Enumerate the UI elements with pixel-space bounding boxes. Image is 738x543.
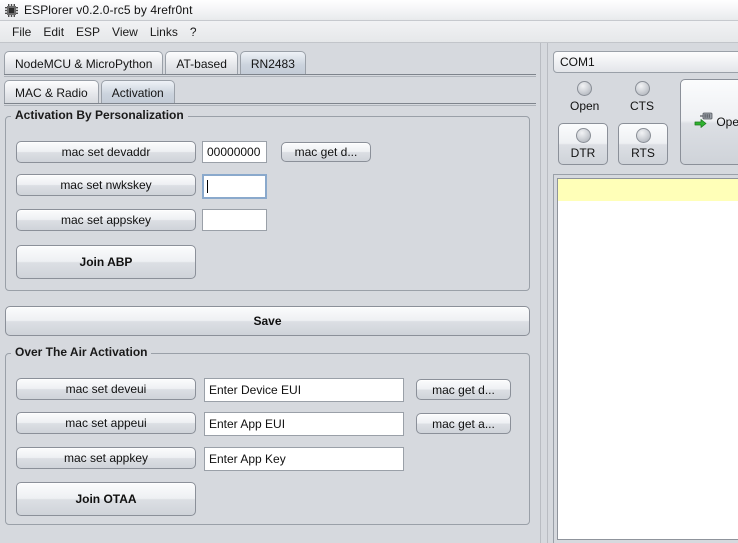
dtr-label: DTR [570,146,596,160]
mac-set-appeui-button[interactable]: mac set appeui [16,412,196,434]
join-otaa-button[interactable]: Join OTAA [16,482,196,516]
abp-group-title: Activation By Personalization [11,108,188,122]
dtr-toggle-button[interactable]: DTR [558,123,608,165]
serial-console-output[interactable] [557,178,738,540]
chip-icon [4,3,19,18]
otaa-group: Over The Air Activation mac set deveui E… [5,345,530,525]
device-tabstrip-underline [4,74,536,77]
split-pane-divider[interactable] [540,43,548,543]
menu-item-links[interactable]: Links [144,23,184,41]
menu-item-file[interactable]: File [6,23,37,41]
serial-console-panel [553,174,738,543]
cts-status-indicator: CTS [630,81,654,113]
open-port-button[interactable]: Open [680,79,738,165]
mac-set-appskey-button[interactable]: mac set appskey [16,209,196,231]
tab-at-based[interactable]: AT-based [165,51,238,75]
open-button-label: Open [716,115,738,129]
rts-toggle-button[interactable]: RTS [618,123,668,165]
dtr-led-icon [575,128,591,143]
cts-led-icon [634,81,650,96]
window-title: ESPlorer v0.2.0-rc5 by 4refr0nt [24,3,193,17]
left-pane: NodeMCU & MicroPython AT-based RN2483 MA… [0,43,540,543]
menu-item-esp[interactable]: ESP [70,23,106,41]
tab-mac-and-radio[interactable]: MAC & Radio [4,80,99,104]
appkey-input[interactable]: Enter App Key [204,447,404,471]
rts-label: RTS [631,146,655,160]
mac-set-appkey-button[interactable]: mac set appkey [16,447,196,469]
application-window: ESPlorer v0.2.0-rc5 by 4refr0nt File Edi… [0,0,738,543]
menu-item-help[interactable]: ? [184,23,203,41]
mac-get-deveui-button[interactable]: mac get d... [416,379,511,400]
nwkskey-input[interactable] [202,174,267,199]
menu-item-view[interactable]: View [106,23,144,41]
open-led-icon [577,81,593,96]
otaa-group-title: Over The Air Activation [11,345,152,359]
deveui-input[interactable]: Enter Device EUI [204,378,404,402]
rts-led-icon [635,128,651,143]
save-button[interactable]: Save [5,306,530,336]
mac-set-devaddr-button[interactable]: mac set devaddr [16,141,196,163]
tab-rn2483[interactable]: RN2483 [239,51,306,75]
menu-item-edit[interactable]: Edit [37,23,70,41]
mac-set-deveui-button[interactable]: mac set deveui [16,378,196,400]
cts-led-label: CTS [630,99,654,113]
rn2483-tabstrip: MAC & Radio Activation [4,78,536,104]
mac-get-devaddr-button[interactable]: mac get d... [281,142,371,162]
appeui-input[interactable]: Enter App EUI [204,412,404,436]
menu-bar: File Edit ESP View Links ? [0,21,738,43]
title-bar: ESPlorer v0.2.0-rc5 by 4refr0nt [0,0,738,21]
tab-activation[interactable]: Activation [100,80,175,104]
abp-group: Activation By Personalization mac set de… [5,108,530,291]
join-abp-button[interactable]: Join ABP [16,245,196,279]
console-highlight-line [558,179,738,201]
appskey-input[interactable] [202,209,267,231]
devaddr-input[interactable]: 00000000 [202,141,267,163]
rn2483-tabstrip-underline [4,103,536,106]
tab-nodemcu-micropython[interactable]: NodeMCU & MicroPython [4,51,164,75]
mac-get-appeui-button[interactable]: mac get a... [416,413,511,434]
open-led-label: Open [570,99,600,113]
green-arrow-plug-icon [694,111,714,134]
device-tabstrip: NodeMCU & MicroPython AT-based RN2483 [4,48,536,75]
com-port-select[interactable]: COM1 [553,51,738,73]
mac-set-nwkskey-button[interactable]: mac set nwkskey [16,174,196,196]
right-pane: COM1 Open CTS DTR RTS Op [548,43,738,543]
open-status-indicator: Open [570,81,599,113]
text-caret [207,180,208,193]
